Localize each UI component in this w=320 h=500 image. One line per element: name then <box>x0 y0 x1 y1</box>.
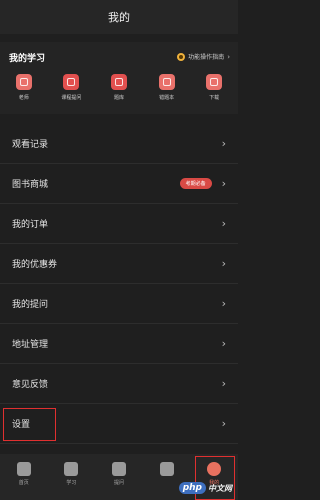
menu-item-book-store[interactable]: 图书商城 考期必备 › <box>0 164 238 204</box>
menu-item-label: 观看记录 <box>12 140 49 150</box>
menu-item-my-questions[interactable]: 我的提问 › <box>0 284 238 324</box>
tab-label: 提问 <box>113 480 124 486</box>
teacher-icon <box>15 74 32 90</box>
promo-badge: 考期必备 <box>179 178 212 189</box>
chevron-right-icon: › <box>221 177 226 190</box>
settings-menu: 观看记录 › 图书商城 考期必备 › 我的订单 › 我的优惠券 › 我的提问 ›… <box>0 124 238 444</box>
chevron-right-icon: › <box>221 297 226 310</box>
study-title: 我的学习 <box>9 54 46 64</box>
question-bank-icon <box>110 74 127 90</box>
menu-item-my-orders[interactable]: 我的订单 › <box>0 204 238 244</box>
tab-label: 首页 <box>18 480 29 486</box>
highlight-box <box>3 408 56 441</box>
menu-item-label: 意见反馈 <box>12 380 49 390</box>
menu-item-watch-history[interactable]: 观看记录 › <box>0 124 238 164</box>
quick-item-label: 下载 <box>209 95 220 101</box>
quick-item-notebook[interactable]: 错题本 <box>147 74 187 110</box>
menu-item-label: 图书商城 <box>12 180 49 190</box>
chevron-right-icon: › <box>221 137 226 150</box>
watermark: php 中文网 <box>178 482 232 494</box>
quick-item-label: 错题本 <box>159 95 175 101</box>
watermark-logo: php <box>178 482 206 494</box>
quick-item-question-bank[interactable]: 题库 <box>99 74 139 110</box>
quick-item-label: 老师 <box>18 95 29 101</box>
quick-item-label: 课程提问 <box>61 95 82 101</box>
chevron-right-icon: › <box>221 337 226 350</box>
chevron-right-icon: › <box>221 417 226 430</box>
menu-item-feedback[interactable]: 意见反馈 › <box>0 364 238 404</box>
notebook-icon <box>158 74 175 90</box>
menu-item-label: 我的提问 <box>12 300 49 310</box>
tab-home[interactable]: 首页 <box>1 454 47 500</box>
menu-item-settings[interactable]: 设置 › <box>0 404 238 444</box>
center-icon <box>159 462 174 476</box>
guide-icon <box>177 52 186 61</box>
menu-item-address-management[interactable]: 地址管理 › <box>0 324 238 364</box>
page-title: 我的 <box>108 11 130 24</box>
quick-item-label: 题库 <box>113 95 124 101</box>
download-icon <box>206 74 223 90</box>
menu-item-my-coupons[interactable]: 我的优惠券 › <box>0 244 238 284</box>
menu-item-label: 地址管理 <box>12 340 49 350</box>
top-header: 我的 <box>0 0 238 34</box>
quick-item-download[interactable]: 下载 <box>194 74 234 110</box>
tab-label: 学习 <box>66 480 77 486</box>
quick-item-course-question[interactable]: 课程提问 <box>51 74 91 110</box>
quick-item-teacher[interactable]: 老师 <box>4 74 44 110</box>
home-icon <box>16 462 31 476</box>
ask-icon <box>111 462 126 476</box>
menu-item-label: 我的优惠券 <box>12 260 58 270</box>
study-quick-actions: 老师 课程提问 题库 错题本 下载 <box>0 74 238 110</box>
tab-study[interactable]: 学习 <box>48 454 94 500</box>
my-study-section: 我的学习 功能操作指南 › 老师 课程提问 题库 错题本 下载 <box>0 42 238 114</box>
study-icon <box>64 462 79 476</box>
question-icon <box>63 74 80 90</box>
watermark-text: 中文网 <box>208 483 232 493</box>
guide-arrow-icon: › <box>227 52 230 61</box>
menu-item-label: 我的订单 <box>12 220 49 230</box>
guide-link[interactable]: 功能操作指南 › <box>177 52 230 61</box>
tab-ask[interactable]: 提问 <box>96 454 142 500</box>
guide-link-label: 功能操作指南 <box>188 54 225 61</box>
chevron-right-icon: › <box>221 217 226 230</box>
chevron-right-icon: › <box>221 377 226 390</box>
chevron-right-icon: › <box>221 257 226 270</box>
